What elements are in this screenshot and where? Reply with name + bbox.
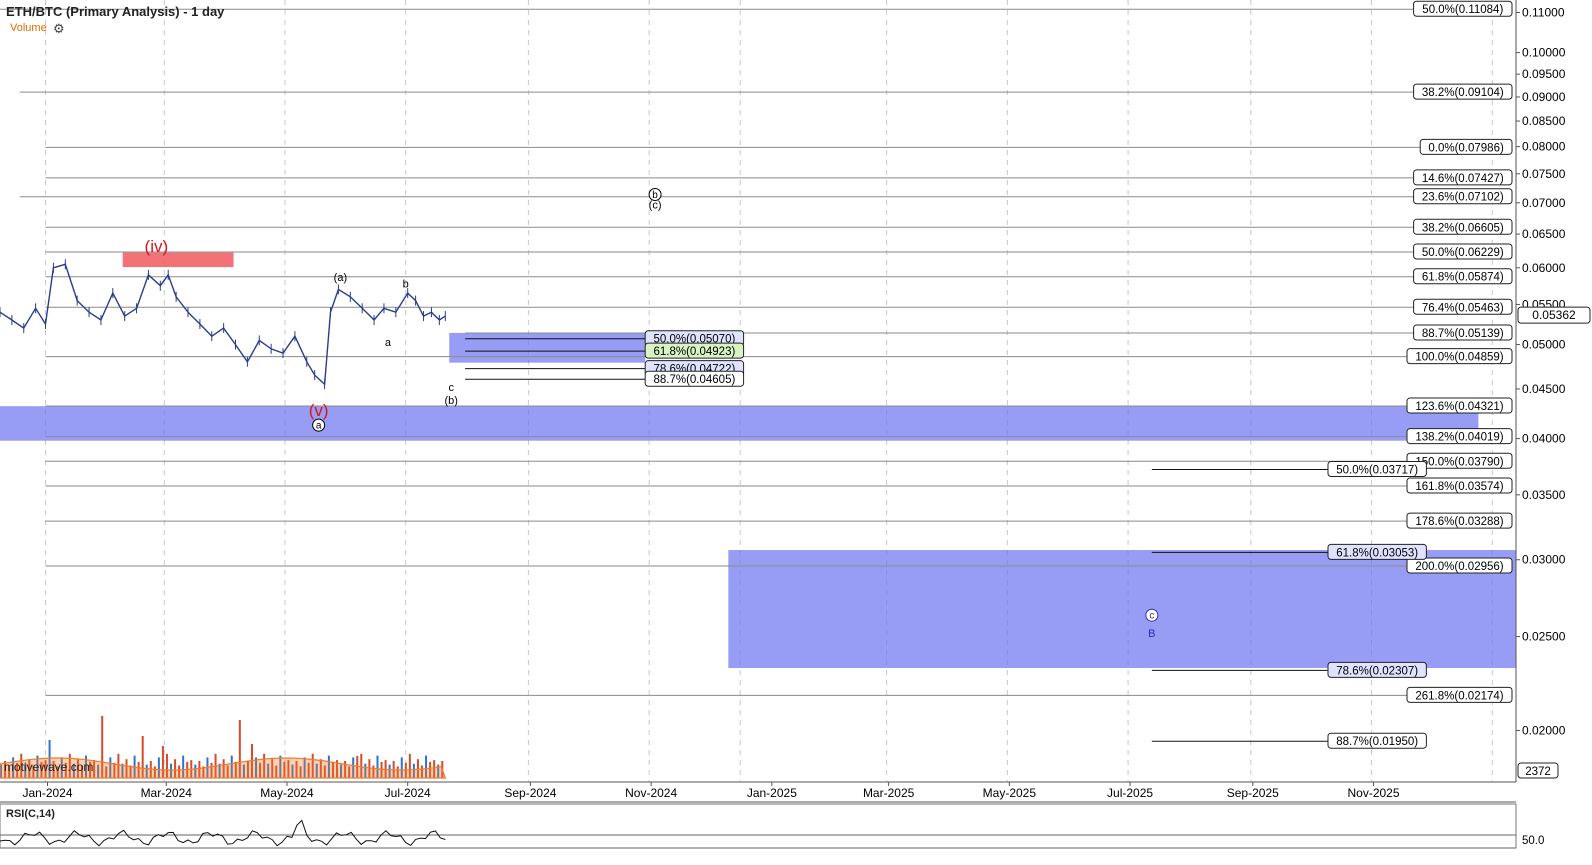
price-tick-label: 0.04500	[1522, 382, 1566, 396]
zones-layer	[0, 252, 1516, 669]
time-tick-label: Jul-2025	[1107, 786, 1153, 800]
price-tick-label: 0.08500	[1522, 114, 1566, 128]
time-tick-label: May-2025	[983, 786, 1037, 800]
iv-zone	[122, 252, 234, 268]
chart-title: ETH/BTC (Primary Analysis) - 1 day	[6, 4, 225, 19]
price-tick-label: 0.06000	[1522, 261, 1566, 275]
fib-label: 14.6%(0.07427)	[1422, 173, 1504, 185]
price-line	[0, 263, 446, 386]
wave-label: (a)	[334, 272, 347, 284]
wave-label: (v)	[309, 401, 329, 420]
price-tick-label: 0.05000	[1522, 338, 1566, 352]
fib-label: 38.2%(0.09104)	[1422, 87, 1504, 99]
time-tick-label: May-2024	[260, 786, 314, 800]
chart-canvas[interactable]: 50.0%(0.11084) 38.2%(0.09104) 0.0%(0.07986…	[0, 0, 1592, 865]
fib-label: 88.7%(0.01950)	[1336, 736, 1418, 748]
fib-label: 138.2%(0.04019)	[1415, 432, 1503, 444]
c-target-zone	[728, 550, 1516, 669]
wave-label: (b)	[445, 395, 458, 407]
time-tick-label: Sep-2025	[1227, 786, 1279, 800]
time-tick-label: Jan-2025	[747, 786, 797, 800]
price-tick-label: 0.03000	[1522, 553, 1566, 567]
fib-label: 50.0%(0.06229)	[1422, 247, 1504, 259]
wave-label: a	[385, 337, 392, 349]
time-tick-label: Mar-2024	[141, 786, 193, 800]
time-tick-label: Sep-2024	[504, 786, 556, 800]
rsi-label: RSI(C,14)	[6, 808, 55, 820]
fib-label: 61.8%(0.03053)	[1336, 547, 1418, 559]
wave-label: b	[403, 278, 409, 290]
price-tick-label: 0.08000	[1522, 140, 1566, 154]
fib-label: 150.0%(0.03790)	[1415, 456, 1503, 468]
time-tick-label: Jul-2024	[385, 786, 431, 800]
fib-label: 123.6%(0.04321)	[1415, 401, 1503, 413]
current-price-label: 0.05362	[1532, 308, 1576, 322]
price-tick-label: 0.07500	[1522, 167, 1566, 181]
volume-label: Volume	[10, 22, 47, 34]
price-tick-label: 0.03500	[1522, 488, 1566, 502]
fib-label: 0.0%(0.07986)	[1428, 142, 1504, 154]
time-tick-label: Nov-2025	[1347, 786, 1399, 800]
fib-label: 161.8%(0.03574)	[1415, 481, 1503, 493]
fib-label: 23.6%(0.07102)	[1422, 192, 1504, 204]
fib-label: 50.0%(0.11084)	[1422, 4, 1503, 16]
price-tick-label: 0.09000	[1522, 90, 1566, 104]
rsi-panel: 50.0	[0, 803, 1544, 849]
b-target-zone	[449, 332, 646, 363]
price-tick-label: 0.02500	[1522, 630, 1566, 644]
fib-label: 50.0%(0.03717)	[1336, 464, 1418, 476]
time-tick-label: Nov-2024	[625, 786, 677, 800]
fib-label: 88.7%(0.04605)	[653, 374, 735, 386]
axes-layer: 0.11000 0.10000 0.09500 0.09000 0.08500 0.080…	[0, 0, 1591, 803]
wave-label: c	[1149, 611, 1154, 622]
volume-value-label: 2372	[1525, 766, 1551, 778]
fib-label: 88.7%(0.05139)	[1422, 328, 1504, 340]
wave-label: c	[448, 382, 454, 394]
price-tick-label: 0.06500	[1522, 227, 1566, 241]
fib-label: 100.0%(0.04859)	[1415, 352, 1503, 364]
price-tick-label: 0.11000	[1522, 5, 1565, 19]
time-tick-label: Mar-2025	[863, 786, 915, 800]
gear-icon[interactable]: ⚙	[53, 21, 65, 37]
price-tick-label: 0.10000	[1522, 46, 1566, 60]
price-tick-label: 0.02000	[1522, 724, 1566, 738]
fib-label: 61.8%(0.04923)	[653, 346, 735, 358]
price-tick-label: 0.04000	[1522, 432, 1566, 446]
price-layer	[0, 259, 446, 390]
rsi-frame	[0, 803, 1517, 849]
fib-label: 178.6%(0.03288)	[1415, 516, 1503, 528]
wave-label: B	[1148, 628, 1155, 640]
fib-label: 76.4%(0.05463)	[1422, 302, 1504, 314]
price-tick-label: 0.07000	[1522, 196, 1566, 210]
fib-label: 78.6%(0.02307)	[1336, 665, 1418, 677]
wave-label: (iv)	[145, 237, 169, 256]
fib-label: 38.2%(0.06605)	[1422, 222, 1504, 234]
fib-label: 261.8%(0.02174)	[1415, 690, 1503, 702]
rsi-level-label: 50.0	[1522, 835, 1544, 847]
fib-label: 200.0%(0.02956)	[1415, 561, 1503, 573]
wave-label: a	[316, 421, 322, 432]
fib-label: 61.8%(0.05874)	[1422, 272, 1504, 284]
price-tick-label: 0.09500	[1522, 67, 1566, 81]
a-support-zone	[0, 406, 1479, 441]
time-tick-label: Jan-2024	[22, 786, 72, 800]
watermark: motivewave.com	[4, 760, 94, 774]
wave-label: (c)	[649, 199, 662, 211]
